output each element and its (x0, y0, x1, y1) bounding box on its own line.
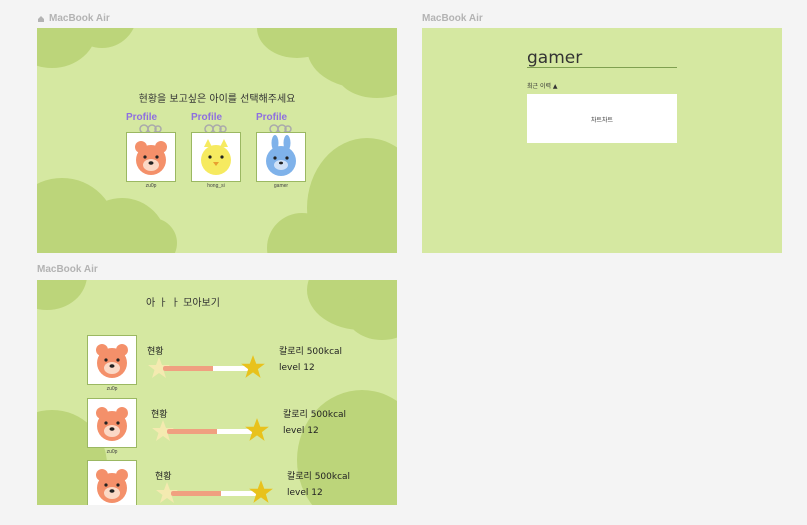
bear-icon (96, 407, 128, 441)
row-calories: 칼로리 500kcal (279, 347, 343, 357)
profile-select-screen: 현황을 보고싶은 아이를 선택해주세요 Profile zu0p Profile (37, 28, 397, 253)
frame-label-detail: MacBook Air (422, 13, 483, 24)
username-heading: gamer (527, 48, 583, 68)
row-calories: 칼로리 500kcal (287, 472, 351, 482)
home-icon (38, 15, 44, 22)
row-calories: 칼로리 500kcal (283, 410, 347, 420)
row-name: zu0p (106, 449, 118, 455)
frame-label-select: MacBook Air (37, 13, 110, 24)
star-icon (249, 480, 273, 503)
chick-icon (201, 139, 231, 175)
recent-history-toggle[interactable]: 최근 이력 ▲ (527, 81, 558, 90)
profile-tag: Profile (191, 112, 223, 123)
overview-title: 아 ㅏ ㅏ 모아보기 (146, 298, 220, 309)
profile-tag: Profile (256, 112, 288, 123)
bear-icon (96, 344, 128, 378)
bear-icon (96, 469, 128, 503)
profile-tag: Profile (126, 112, 158, 123)
profile-name: zu0p (145, 183, 157, 189)
progress-fill (167, 429, 217, 434)
row-level: level 12 (287, 488, 323, 498)
list-item[interactable]: zu0p 현황 칼로리 500kcal level 12 (87, 398, 367, 455)
list-item[interactable]: 현황 칼로리 500kcal level 12 (87, 460, 367, 505)
list-item[interactable]: zu0p 현황 칼로리 500kcal level 12 (87, 335, 367, 392)
progress-fill (163, 366, 213, 371)
bear-icon (135, 141, 167, 175)
frame-label-overview: MacBook Air (37, 264, 98, 275)
overview-screen: 아 ㅏ ㅏ 모아보기 zu0p 현황 칼로리 500kcal level 12 (37, 280, 397, 505)
profile-name: hong_si (207, 183, 225, 189)
row-level: level 12 (279, 363, 315, 373)
star-icon (245, 418, 269, 441)
chart-box: 차트차트 (527, 94, 677, 143)
select-prompt: 현황을 보고싶은 아이를 선택해주세요 (138, 94, 296, 105)
chart-placeholder-text: 차트차트 (590, 117, 614, 124)
row-level: level 12 (283, 426, 319, 436)
profile-detail-screen: gamer 최근 이력 ▲ 차트차트 (422, 28, 782, 253)
bunny-icon (266, 135, 296, 176)
profile-name: gamer (273, 183, 289, 189)
star-icon (241, 355, 265, 378)
divider (527, 67, 677, 68)
row-name: zu0p (106, 386, 118, 392)
progress-fill (171, 491, 221, 496)
